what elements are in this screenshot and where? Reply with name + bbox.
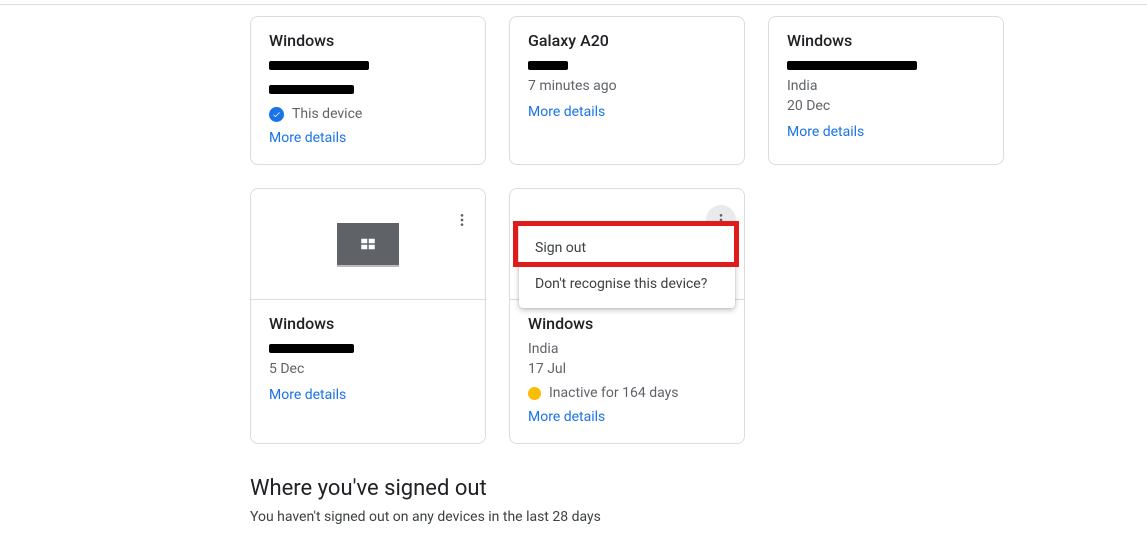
device-title: Windows — [269, 314, 467, 333]
more-details-link[interactable]: More details — [269, 387, 467, 403]
redacted-line — [269, 339, 467, 359]
signed-out-section: Where you've signed out You haven't sign… — [250, 476, 1147, 525]
section-body: You haven't signed out on any devices in… — [250, 509, 1147, 525]
check-icon — [269, 107, 284, 122]
device-thumb — [251, 189, 485, 300]
device-subline: 7 minutes ago — [528, 76, 726, 96]
redacted-line — [269, 56, 467, 76]
status-text: Inactive for 164 days — [549, 385, 678, 401]
more-details-link[interactable]: More details — [528, 104, 726, 120]
device-context-menu: Sign out Don't recognise this device? — [519, 224, 735, 308]
redacted-line — [528, 56, 726, 76]
device-subline: 20 Dec — [787, 96, 985, 116]
device-subline: 5 Dec — [269, 359, 467, 379]
device-card: Galaxy A20 7 minutes ago More details — [509, 16, 745, 165]
card-overflow-menu[interactable] — [447, 205, 477, 235]
menu-dont-recognise[interactable]: Don't recognise this device? — [519, 266, 735, 302]
inactive-dot-icon — [528, 387, 541, 400]
redacted-line — [787, 56, 985, 76]
device-card: Windows India 20 Dec More details — [768, 16, 1004, 165]
device-title: Windows — [528, 314, 726, 333]
device-status: This device — [269, 106, 467, 122]
more-details-link[interactable]: More details — [528, 409, 726, 425]
device-card: Windows 5 Dec More details — [250, 188, 486, 444]
device-title: Windows — [787, 31, 985, 50]
windows-device-icon — [337, 223, 399, 265]
section-heading: Where you've signed out — [250, 476, 1147, 501]
device-card: Windows This device More details — [250, 16, 486, 165]
device-title: Galaxy A20 — [528, 31, 726, 50]
device-subline: India — [528, 339, 726, 359]
device-status: Inactive for 164 days — [528, 385, 726, 401]
more-details-link[interactable]: More details — [787, 124, 985, 140]
redacted-line — [269, 80, 467, 100]
status-text: This device — [292, 106, 362, 122]
menu-sign-out[interactable]: Sign out — [519, 230, 735, 266]
device-subline: India — [787, 76, 985, 96]
more-details-link[interactable]: More details — [269, 130, 467, 146]
device-subline: 17 Jul — [528, 359, 726, 379]
device-title: Windows — [269, 31, 467, 50]
